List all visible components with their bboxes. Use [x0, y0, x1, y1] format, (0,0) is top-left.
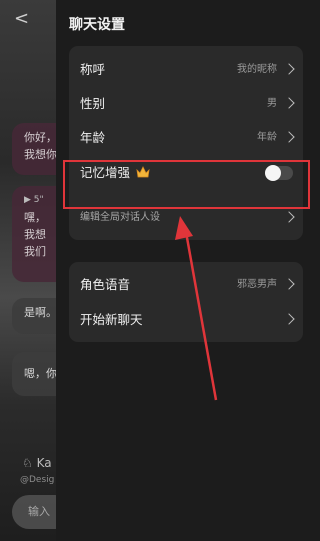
chevron-right-icon	[283, 131, 295, 143]
setting-value: 邪恶男声	[237, 279, 277, 290]
setting-value: 男	[267, 98, 277, 109]
chevron-right-icon	[283, 63, 295, 75]
setting-value: 年龄	[257, 132, 277, 143]
chat-line: 你好，	[24, 131, 57, 144]
setting-edit-global-persona[interactable]: 编辑全局对话人设	[69, 201, 303, 235]
setting-new-chat[interactable]: 开始新聊天	[69, 303, 303, 337]
voice-indicator[interactable]: ▶ 5"	[24, 192, 60, 209]
settings-group-profile: 称呼 我的昵称 性别 男 年龄 年龄 记忆增强 编辑全局对话人设	[69, 46, 303, 240]
voice-duration: 5"	[33, 195, 44, 205]
setting-value: 我的昵称	[237, 64, 277, 75]
chat-line: 嗯，你	[24, 367, 57, 380]
setting-character-voice[interactable]: 角色语音 邪恶男声	[69, 268, 303, 302]
setting-label: 记忆增强	[80, 156, 150, 190]
panel-title: 聊天设置	[69, 17, 125, 33]
setting-memory-boost: 记忆增强	[69, 156, 303, 190]
chat-line: 我们	[24, 245, 46, 258]
chevron-right-icon	[283, 278, 295, 290]
character-name: ♘ Ka	[22, 456, 52, 470]
chat-line: 嘿，	[24, 211, 46, 224]
setting-age[interactable]: 年龄 年龄	[69, 121, 303, 155]
setting-nickname[interactable]: 称呼 我的昵称	[69, 53, 303, 87]
chevron-right-icon	[283, 97, 295, 109]
chat-bubble: 嗯，你	[12, 352, 60, 396]
setting-label: 编辑全局对话人设	[80, 212, 160, 223]
chat-line: 我想你	[24, 148, 57, 161]
chat-line: 是啊。	[24, 306, 57, 319]
character-icon: ♘	[22, 456, 33, 470]
crown-icon	[136, 166, 150, 178]
setting-label: 角色语音	[80, 277, 131, 292]
memory-boost-label: 记忆增强	[80, 165, 131, 180]
chat-line: 我想	[24, 228, 46, 241]
chat-settings-panel: 聊天设置 称呼 我的昵称 性别 男 年龄 年龄 记忆增强 编辑全局对话人设 角色…	[56, 0, 320, 541]
setting-label: 年龄	[80, 130, 106, 145]
setting-label: 开始新聊天	[80, 312, 143, 327]
chat-bubble: ▶ 5" 嘿， 我想 我们	[12, 186, 60, 282]
settings-group-chat: 角色语音 邪恶男声 开始新聊天	[69, 262, 303, 342]
chevron-right-icon	[283, 211, 295, 223]
character-handle: @Desig	[20, 475, 55, 485]
background-chat: < 你好， 我想你 ▶ 5" 嘿， 我想 我们 是啊。 嗯，你 ♘ Ka @De…	[0, 0, 60, 541]
chat-bubble: 你好， 我想你	[12, 123, 60, 175]
setting-label: 性别	[80, 96, 106, 111]
message-input[interactable]: 输入	[12, 495, 60, 529]
chat-bubble: 是啊。	[12, 298, 60, 334]
setting-gender[interactable]: 性别 男	[69, 87, 303, 121]
back-icon[interactable]: <	[14, 9, 34, 29]
chevron-right-icon	[283, 313, 295, 325]
character-name-text: Ka	[36, 456, 52, 470]
toggle-knob	[265, 165, 281, 181]
memory-boost-toggle[interactable]	[265, 165, 293, 181]
setting-label: 称呼	[80, 62, 106, 77]
